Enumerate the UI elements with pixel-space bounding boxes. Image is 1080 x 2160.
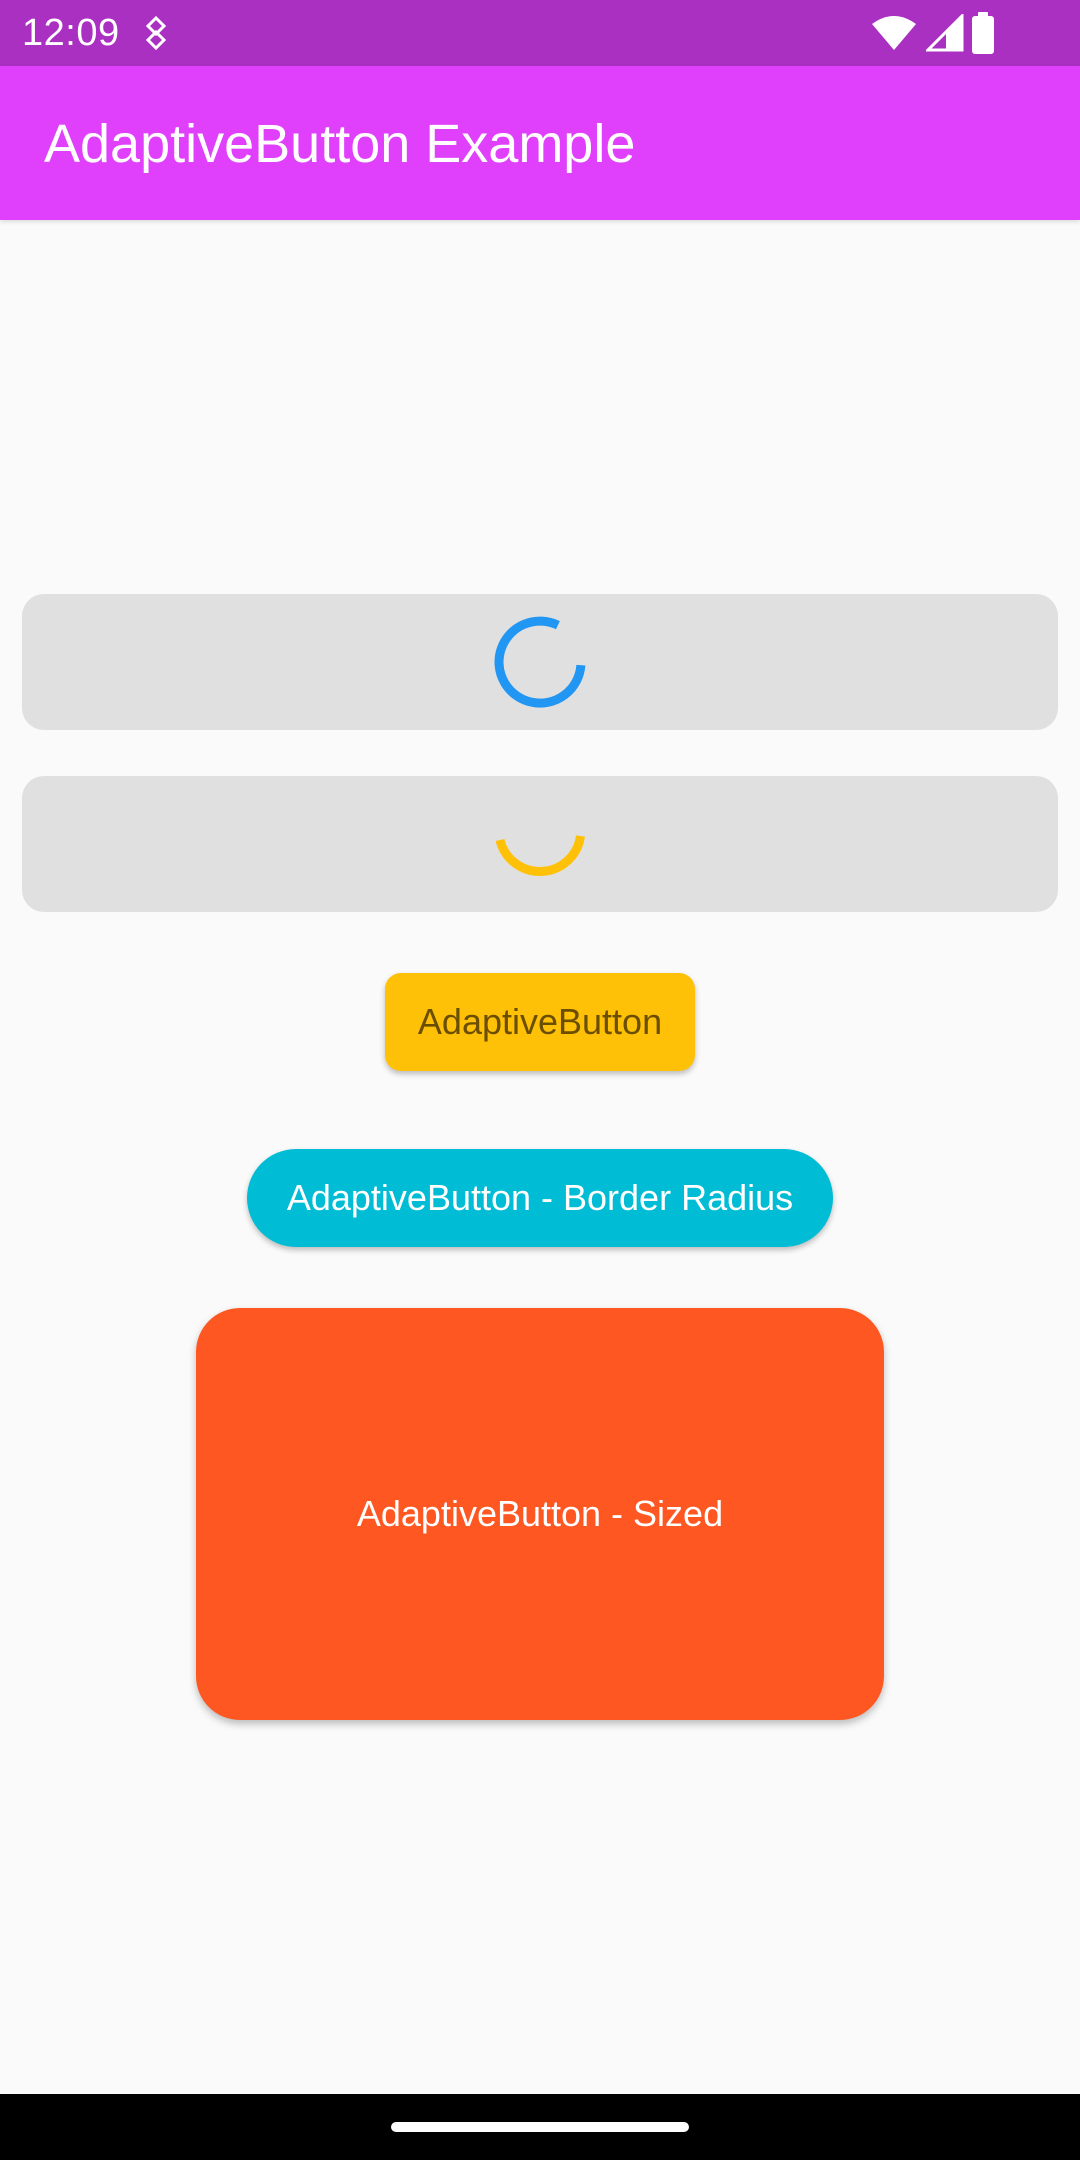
home-gesture-handle[interactable] <box>391 2122 689 2132</box>
screen: 12:09 AdaptiveButton Example AdaptiveBut… <box>0 0 1080 2160</box>
wifi-icon <box>872 16 916 50</box>
adaptive-button-label: AdaptiveButton <box>417 1001 663 1042</box>
status-time: 12:09 <box>22 12 120 54</box>
loading-spinner-icon <box>495 835 585 876</box>
notification-icon <box>145 16 167 50</box>
adaptive-button-sized[interactable]: AdaptiveButton - Sized <box>196 1308 884 1720</box>
adaptive-button[interactable]: AdaptiveButton <box>385 973 695 1071</box>
battery-icon <box>972 12 994 54</box>
loading-spinner-icon <box>494 616 586 708</box>
adaptive-button-border-radius[interactable]: AdaptiveButton - Border Radius <box>247 1149 833 1247</box>
status-icons <box>870 0 1080 66</box>
app-bar: AdaptiveButton Example <box>0 66 1080 220</box>
navigation-bar <box>0 2094 1080 2160</box>
adaptive-button-sized-label: AdaptiveButton - Sized <box>356 1493 724 1534</box>
cell-signal-icon <box>926 14 964 52</box>
loading-button-blue[interactable] <box>22 594 1058 730</box>
adaptive-button-border-radius-label: AdaptiveButton - Border Radius <box>286 1177 794 1218</box>
loading-button-amber[interactable] <box>22 776 1058 912</box>
app-title: AdaptiveButton Example <box>44 114 636 174</box>
status-bar: 12:09 <box>0 0 1080 66</box>
